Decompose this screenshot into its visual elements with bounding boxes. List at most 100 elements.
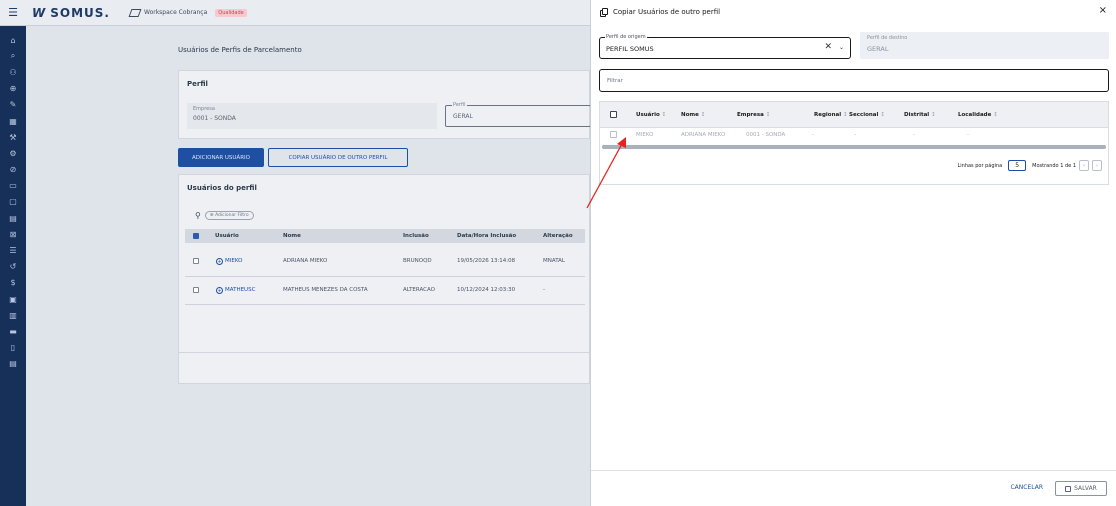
page-title: Usuários de Perfis de Parcelamento [178, 46, 302, 54]
cell-usuario: MIEKO [636, 132, 654, 138]
user-link[interactable]: MIEKO [225, 258, 242, 264]
destination-profile-label: Perfil de destino [867, 35, 908, 41]
money-icon[interactable]: ▬ [0, 323, 26, 339]
filter-row: ⚲ ⊕ Adicionar Filtro [195, 211, 254, 220]
plus-circle-icon[interactable]: ⊕ [0, 81, 26, 97]
id-card-icon[interactable]: ▣ [0, 291, 26, 307]
col-data-hora-inclusao[interactable]: Data/Hora Inclusão [457, 233, 516, 239]
users-icon[interactable]: ⚇ [0, 64, 26, 80]
logo-text: SOMUS. [50, 5, 110, 20]
footer-card [178, 352, 590, 384]
cell-nome: ADRIANA MIEKO [283, 258, 328, 264]
user-link[interactable]: MATHEUSC [225, 287, 255, 293]
cell-nome: ADRIANA MIEKO [681, 132, 726, 138]
history-icon[interactable]: ↺ [0, 259, 26, 275]
perfil-card-title: Perfil [187, 80, 208, 88]
chevron-down-icon[interactable]: ⌄ [839, 44, 844, 51]
document-icon[interactable]: ▤ [0, 210, 26, 226]
table-row[interactable]: MIEKO + ADRIANA MIEKO BRUNOQD 19/05/2026… [185, 249, 585, 275]
add-filter-chip[interactable]: ⊕ Adicionar Filtro [204, 211, 254, 220]
scrollbar-thumb[interactable] [602, 145, 1106, 149]
cell-inclusao: ALTERACAO [403, 287, 436, 293]
filter-placeholder: Filtrar [607, 78, 623, 84]
perfil-value: GERAL [453, 113, 473, 120]
showing-label: Mostrando 1 de 1 [1032, 162, 1076, 169]
select-all-checkbox[interactable] [193, 233, 199, 239]
col-inclusao[interactable]: Inclusão [403, 233, 429, 239]
cell-localidade: - [967, 132, 969, 138]
file-icon[interactable]: ▯ [0, 340, 26, 356]
user-search-icon[interactable]: + [216, 287, 223, 294]
copy-users-dialog: Copiar Usuários de outro perfil × Perfil… [590, 0, 1116, 506]
destination-profile-field: Perfil de destino GERAL [860, 32, 1109, 59]
cell-alteracao: MNATAL [543, 258, 565, 264]
row-checkbox[interactable] [193, 287, 199, 293]
app-logo[interactable]: W SOMUS. [32, 6, 110, 20]
search-icon[interactable]: ⌕ [0, 48, 26, 64]
main-content: Usuários de Perfis de Parcelamento Perfi… [26, 26, 591, 506]
clipboard-icon[interactable]: ▭ [0, 178, 26, 194]
filter-icon[interactable]: ⚲ [195, 211, 201, 220]
block-icon[interactable]: ⊘ [0, 162, 26, 178]
table-row[interactable]: + MATHEUSC MATHEUS MENEZES DA COSTA ALTE… [185, 277, 585, 303]
col-alteracao[interactable]: Alteração [543, 233, 573, 239]
environment-badge: Qualidade [215, 8, 247, 17]
add-user-button[interactable]: ADICIONAR USUÁRIO [178, 148, 264, 167]
square-icon[interactable]: ▢ [0, 194, 26, 210]
next-page-button[interactable]: › [1092, 160, 1102, 171]
source-profile-select[interactable]: Perfil de origem PERFIL SOMUS ✕ ⌄ [599, 34, 851, 59]
col-usuario[interactable]: Usuário [215, 233, 239, 239]
workspace-selector[interactable]: Workspace Cobrança Qualidade [128, 8, 247, 17]
cell-distrital: - [913, 132, 915, 138]
dialog-title: Copiar Usuários de outro perfil [613, 8, 721, 16]
cell-alteracao: - [543, 287, 545, 293]
row-checkbox[interactable] [193, 258, 199, 264]
cell-data-hora: 19/05/2026 13:14:08 [457, 258, 516, 264]
cell-empresa: 0001 - SONDA [746, 132, 786, 138]
calendar-icon[interactable]: ▥ [0, 307, 26, 323]
edit-icon[interactable]: ✎ [0, 97, 26, 113]
calculator-icon[interactable]: ▦ [0, 113, 26, 129]
menu-icon[interactable]: ☰ [0, 0, 26, 26]
horizontal-scrollbar[interactable] [602, 145, 1106, 149]
filter-input[interactable]: Filtrar [599, 69, 1109, 92]
home-icon[interactable]: ⌂ [0, 32, 26, 48]
perfil-select[interactable]: Perfil GERAL [445, 102, 591, 127]
save-icon [1065, 485, 1072, 492]
dollar-icon[interactable]: $ [0, 275, 26, 291]
clear-icon[interactable]: ✕ [824, 42, 832, 52]
file-text-icon[interactable]: ▤ [0, 356, 26, 372]
copy-user-button[interactable]: COPIAR USUÁRIO DE OUTRO PERFIL [268, 148, 408, 167]
cell-seccional: - [854, 132, 856, 138]
dialog-footer: CANCELAR SALVAR [591, 470, 1116, 506]
users-table-header: Usuário Nome Inclusão Data/Hora Inclusão… [185, 229, 585, 243]
users-card: Usuários do perfil ⚲ ⊕ Adicionar Filtro … [178, 174, 590, 364]
save-button[interactable]: SALVAR [1055, 481, 1107, 496]
prev-page-button[interactable]: ‹ [1079, 160, 1089, 171]
copy-icon [600, 8, 608, 17]
add-filter-label: Adicionar Filtro [215, 213, 249, 218]
list-icon[interactable]: ☰ [0, 242, 26, 258]
source-profile-value: PERFIL SOMUS [606, 45, 654, 53]
cell-nome: MATHEUS MENEZES DA COSTA [283, 287, 368, 293]
rows-per-page-select[interactable]: 5 [1008, 160, 1027, 171]
wrench-off-icon[interactable]: ⚒ [0, 129, 26, 145]
close-icon[interactable]: × [1099, 5, 1107, 16]
tools-icon[interactable]: ⚙ [0, 145, 26, 161]
empresa-value: 0001 - SONDA [193, 115, 236, 122]
rows-per-page-label: Linhas por página [957, 162, 1003, 169]
table-row[interactable]: MIEKO ADRIANA MIEKO 0001 - SONDA - - - - [600, 102, 1108, 146]
row-divider [185, 304, 585, 305]
user-search-icon[interactable]: + [216, 258, 223, 265]
side-navigation: ⌂ ⌕ ⚇ ⊕ ✎ ▦ ⚒ ⚙ ⊘ ▭ ▢ ▤ ⊠ ☰ ↺ $ ▣ ▥ ▬ ▯ … [0, 26, 26, 506]
cancel-button[interactable]: CANCELAR [1010, 484, 1043, 491]
save-label: SALVAR [1074, 485, 1097, 492]
perfil-label: Perfil [452, 102, 467, 108]
logo-mark: W [32, 5, 47, 20]
ban-icon[interactable]: ⊠ [0, 226, 26, 242]
perfil-card: Perfil Empresa 0001 - SONDA Perfil GERAL [178, 70, 591, 139]
col-nome[interactable]: Nome [283, 233, 301, 239]
empresa-label: Empresa [193, 106, 215, 112]
pagination: Linhas por página 5 Mostrando 1 de 1 ‹ › [957, 160, 1102, 171]
cell-inclusao: BRUNOQD [403, 258, 432, 264]
